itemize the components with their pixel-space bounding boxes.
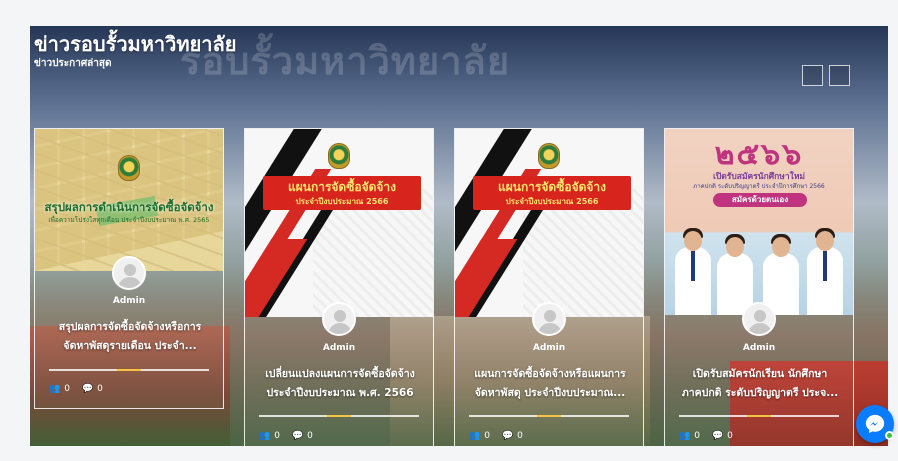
news-title[interactable]: แผนการจัดซื้อจัดจ้างหรือแผนการ จัดหาพัสด… <box>465 365 635 403</box>
avatar <box>322 302 356 336</box>
section-subtitle: ข่าวประกาศล่าสุด <box>34 58 112 69</box>
news-title[interactable]: เปลี่ยนแปลงแผนการจัดซื้อจัดจ้าง ประจำปีง… <box>255 365 425 403</box>
avatar <box>112 256 146 290</box>
carousel-next-button[interactable] <box>829 65 850 86</box>
image-subline: ประจำปีงบประมาณ 2566 <box>295 197 389 206</box>
view-count: 0 <box>694 431 700 441</box>
news-title[interactable]: สรุปผลการจัดซื้อจัดจ้างหรือการ จัดหาพัสด… <box>45 318 215 356</box>
view-count: 0 <box>64 384 70 394</box>
card-divider <box>49 369 209 371</box>
image-banner: แผนการจัดซื้อจัดจ้าง ประจำปีงบประมาณ 256… <box>473 176 631 210</box>
messenger-icon <box>865 414 885 434</box>
comment-icon: 💬 <box>501 431 514 441</box>
card-meta: 👥 0 💬 0 <box>49 384 111 394</box>
news-card[interactable]: แผนการจัดซื้อจัดจ้าง ประจำปีงบประมาณ 256… <box>454 128 644 446</box>
carousel-prev-button[interactable] <box>802 65 823 86</box>
avatar <box>742 302 776 336</box>
users-icon: 👥 <box>469 431 481 441</box>
university-emblem-icon <box>118 155 140 181</box>
card-meta: 👥 0 💬 0 <box>679 431 741 441</box>
users-icon: 👥 <box>49 384 61 394</box>
author-name: Admin <box>112 296 146 306</box>
news-title-line[interactable]: จัดหาพัสดุ ประจำปีงบประมาณ... <box>465 384 635 403</box>
card-meta: 👥 0 💬 0 <box>469 431 531 441</box>
view-count: 0 <box>484 431 490 441</box>
news-card-image[interactable]: แผนการจัดซื้อจัดจ้าง ประจำปีงบประมาณ 256… <box>245 129 433 317</box>
news-card[interactable]: ๒๕๖๖ เปิดรับสมัครนักศึกษาใหม่ ภาคปกติ ระ… <box>664 128 854 446</box>
news-title-line[interactable]: ภาคปกติ ระดับปริญญาตรี ประจ... <box>675 384 845 403</box>
card-divider <box>469 415 629 417</box>
card-divider <box>679 415 839 417</box>
university-news-section: รอบรั้วมหาวิทยาลัย ข่าวรอบรั้วมหาวิทยาลั… <box>30 26 888 446</box>
author-name: Admin <box>322 343 356 353</box>
online-status-dot <box>885 431 894 440</box>
stripe-graphic <box>245 239 308 317</box>
comment-count: 0 <box>307 431 313 441</box>
comment-count: 0 <box>727 431 733 441</box>
news-card[interactable]: สรุปผลการดำเนินการจัดซื้อจัดจ้าง เพื่อคว… <box>34 128 224 409</box>
users-icon: 👥 <box>679 431 691 441</box>
news-title-line[interactable]: เปิดรับสมัครนักเรียน นักศึกษา <box>675 365 845 384</box>
users-icon: 👥 <box>259 431 271 441</box>
image-cta-label: สมัครด้วยตนเอง <box>713 193 807 207</box>
news-title-line[interactable]: สรุปผลการจัดซื้อจัดจ้างหรือการ <box>45 318 215 337</box>
view-count: 0 <box>274 431 280 441</box>
messenger-chat-button[interactable] <box>856 405 894 443</box>
comment-icon: 💬 <box>291 431 304 441</box>
card-meta: 👥 0 💬 0 <box>259 431 321 441</box>
author-name: Admin <box>742 343 776 353</box>
comment-count: 0 <box>517 431 523 441</box>
news-card[interactable]: แผนการจัดซื้อจัดจ้าง ประจำปีงบประมาณ 256… <box>244 128 434 446</box>
news-card-image[interactable]: ๒๕๖๖ เปิดรับสมัครนักศึกษาใหม่ ภาคปกติ ระ… <box>665 129 853 315</box>
news-title-line[interactable]: แผนการจัดซื้อจัดจ้างหรือแผนการ <box>465 365 635 384</box>
image-banner: แผนการจัดซื้อจัดจ้าง ประจำปีงบประมาณ 256… <box>263 176 421 210</box>
stripe-graphic <box>455 239 518 317</box>
image-subline: เพื่อความโปร่งใสทุกเดือน ประจำปีงบประมาณ… <box>48 216 210 224</box>
comment-count: 0 <box>97 384 103 394</box>
image-subline: ประจำปีงบประมาณ 2566 <box>505 197 599 206</box>
image-subline: ภาคปกติ ระดับปริญญาตรี ประจำปีการศึกษา 2… <box>693 183 825 190</box>
card-divider <box>259 415 419 417</box>
comment-icon: 💬 <box>81 384 94 394</box>
university-emblem-icon <box>328 143 350 169</box>
students-photo <box>665 221 853 315</box>
news-title-line[interactable]: จัดหาพัสดุรายเดือน ประจำ... <box>45 337 215 356</box>
news-title[interactable]: เปิดรับสมัครนักเรียน นักศึกษา ภาคปกติ ระ… <box>675 365 845 403</box>
author-name: Admin <box>532 343 566 353</box>
news-card-image[interactable]: สรุปผลการดำเนินการจัดซื้อจัดจ้าง เพื่อคว… <box>35 129 223 271</box>
news-card-image[interactable]: แผนการจัดซื้อจัดจ้าง ประจำปีงบประมาณ 256… <box>455 129 643 317</box>
comment-icon: 💬 <box>711 431 724 441</box>
avatar <box>532 302 566 336</box>
university-emblem-icon <box>538 143 560 169</box>
news-title-line[interactable]: ประจำปีงบประมาณ พ.ศ. 2566 <box>255 384 425 403</box>
page-frame: รอบรั้วมหาวิทยาลัย ข่าวรอบรั้วมหาวิทยาลั… <box>0 0 898 461</box>
news-title-line[interactable]: เปลี่ยนแปลงแผนการจัดซื้อจัดจ้าง <box>255 365 425 384</box>
